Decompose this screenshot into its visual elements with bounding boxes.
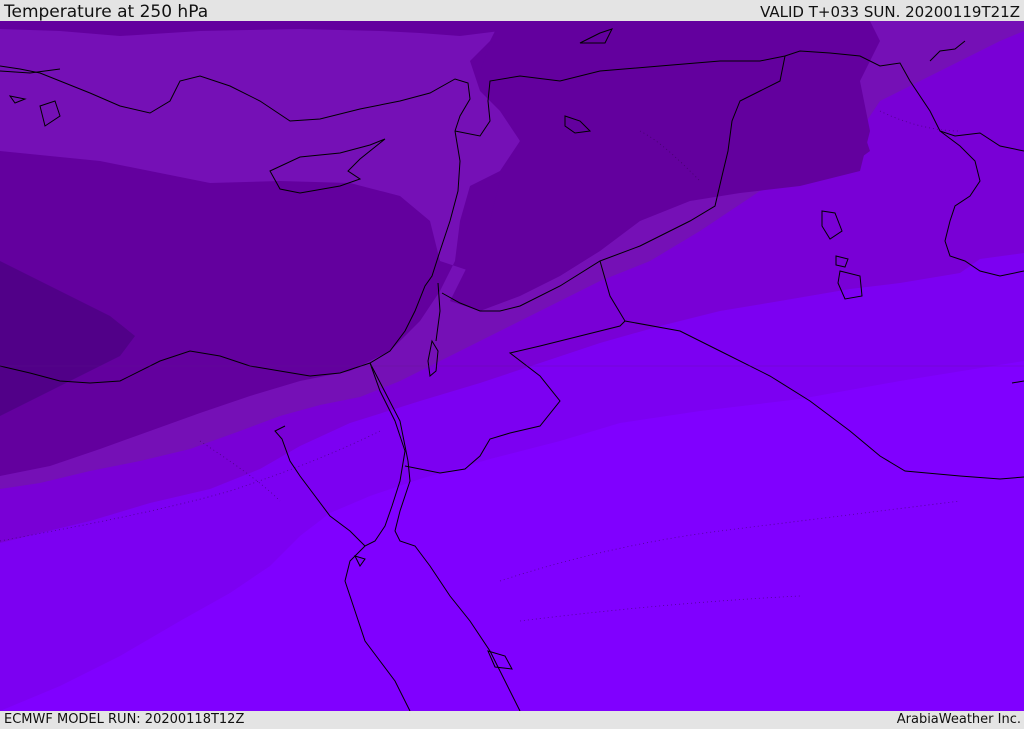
credit-label: ArabiaWeather Inc. (896, 712, 1021, 727)
footer-bar: ECMWF MODEL RUN: 20200118T12Z ArabiaWeat… (0, 711, 1024, 729)
model-run-label: ECMWF MODEL RUN: 20200118T12Z (4, 712, 245, 727)
valid-time: VALID T+033 SUN. 20200119T21Z (760, 3, 1020, 21)
map-title: Temperature at 250 hPa (4, 2, 209, 22)
map-canvas (0, 21, 1024, 711)
temperature-map (0, 21, 1024, 711)
header-bar: Temperature at 250 hPa VALID T+033 SUN. … (0, 0, 1024, 21)
